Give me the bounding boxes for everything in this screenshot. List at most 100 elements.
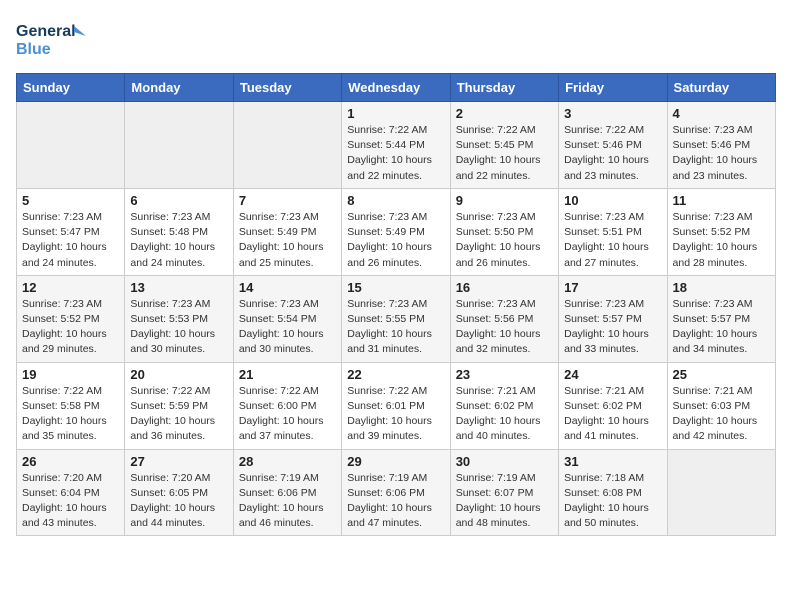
day-info: Sunrise: 7:23 AM Sunset: 5:54 PM Dayligh…: [239, 297, 336, 358]
calendar-cell: 7 Sunrise: 7:23 AM Sunset: 5:49 PM Daylig…: [233, 188, 341, 275]
day-number: 27: [130, 454, 227, 469]
calendar-cell: 26 Sunrise: 7:20 AM Sunset: 6:04 PM Dayli…: [17, 449, 125, 536]
day-info: Sunrise: 7:23 AM Sunset: 5:46 PM Dayligh…: [673, 123, 770, 184]
day-info: Sunrise: 7:23 AM Sunset: 5:47 PM Dayligh…: [22, 210, 119, 271]
calendar-cell: 5Sunrise: 7:23 AM Sunset: 5:47 PM Daylig…: [17, 188, 125, 275]
calendar-cell: 16 Sunrise: 7:23 AM Sunset: 5:56 PM Dayli…: [450, 275, 558, 362]
calendar-cell: 11 Sunrise: 7:23 AM Sunset: 5:52 PM Dayli…: [667, 188, 775, 275]
day-number: 12: [22, 280, 119, 295]
day-info: Sunrise: 7:23 AM Sunset: 5:57 PM Dayligh…: [673, 297, 770, 358]
day-number: 31: [564, 454, 661, 469]
calendar-cell: [17, 102, 125, 189]
day-number: 2: [456, 106, 553, 121]
day-number: 30: [456, 454, 553, 469]
calendar-table: SundayMondayTuesdayWednesdayThursdayFrid…: [16, 73, 776, 536]
weekday-header-monday: Monday: [125, 74, 233, 102]
day-info: Sunrise: 7:20 AM Sunset: 6:05 PM Dayligh…: [130, 471, 227, 532]
day-number: 25: [673, 367, 770, 382]
day-info: Sunrise: 7:22 AM Sunset: 5:44 PM Dayligh…: [347, 123, 444, 184]
calendar-cell: 8Sunrise: 7:23 AM Sunset: 5:49 PM Daylig…: [342, 188, 450, 275]
calendar-cell: 19 Sunrise: 7:22 AM Sunset: 5:58 PM Dayli…: [17, 362, 125, 449]
week-row-4: 19 Sunrise: 7:22 AM Sunset: 5:58 PM Dayli…: [17, 362, 776, 449]
day-info: Sunrise: 7:23 AM Sunset: 5:50 PM Dayligh…: [456, 210, 553, 271]
weekday-header-sunday: Sunday: [17, 74, 125, 102]
week-row-5: 26 Sunrise: 7:20 AM Sunset: 6:04 PM Dayli…: [17, 449, 776, 536]
day-info: Sunrise: 7:19 AM Sunset: 6:07 PM Dayligh…: [456, 471, 553, 532]
calendar-cell: 25 Sunrise: 7:21 AM Sunset: 6:03 PM Dayli…: [667, 362, 775, 449]
day-info: Sunrise: 7:21 AM Sunset: 6:02 PM Dayligh…: [564, 384, 661, 445]
calendar-cell: 10Sunrise: 7:23 AM Sunset: 5:51 PM Dayli…: [559, 188, 667, 275]
calendar-cell: 1Sunrise: 7:22 AM Sunset: 5:44 PM Daylig…: [342, 102, 450, 189]
calendar-cell: 6Sunrise: 7:23 AM Sunset: 5:48 PM Daylig…: [125, 188, 233, 275]
day-info: Sunrise: 7:22 AM Sunset: 5:46 PM Dayligh…: [564, 123, 661, 184]
weekday-header-saturday: Saturday: [667, 74, 775, 102]
logo-svg: GeneralBlue: [16, 16, 96, 61]
calendar-cell: 31 Sunrise: 7:18 AM Sunset: 6:08 PM Dayli…: [559, 449, 667, 536]
calendar-cell: [233, 102, 341, 189]
day-info: Sunrise: 7:22 AM Sunset: 6:00 PM Dayligh…: [239, 384, 336, 445]
day-number: 22: [347, 367, 444, 382]
calendar-cell: 12 Sunrise: 7:23 AM Sunset: 5:52 PM Dayli…: [17, 275, 125, 362]
calendar-cell: [667, 449, 775, 536]
day-info: Sunrise: 7:23 AM Sunset: 5:53 PM Dayligh…: [130, 297, 227, 358]
calendar-cell: 3 Sunrise: 7:22 AM Sunset: 5:46 PM Daylig…: [559, 102, 667, 189]
page-header: GeneralBlue: [16, 16, 776, 61]
weekday-header-row: SundayMondayTuesdayWednesdayThursdayFrid…: [17, 74, 776, 102]
day-info: Sunrise: 7:23 AM Sunset: 5:52 PM Dayligh…: [22, 297, 119, 358]
day-info: Sunrise: 7:21 AM Sunset: 6:02 PM Dayligh…: [456, 384, 553, 445]
day-info: Sunrise: 7:22 AM Sunset: 5:59 PM Dayligh…: [130, 384, 227, 445]
day-number: 7: [239, 193, 336, 208]
weekday-header-tuesday: Tuesday: [233, 74, 341, 102]
day-info: Sunrise: 7:22 AM Sunset: 5:58 PM Dayligh…: [22, 384, 119, 445]
day-number: 14: [239, 280, 336, 295]
day-info: Sunrise: 7:20 AM Sunset: 6:04 PM Dayligh…: [22, 471, 119, 532]
week-row-2: 5Sunrise: 7:23 AM Sunset: 5:47 PM Daylig…: [17, 188, 776, 275]
day-number: 21: [239, 367, 336, 382]
day-info: Sunrise: 7:23 AM Sunset: 5:49 PM Dayligh…: [239, 210, 336, 271]
calendar-cell: 28Sunrise: 7:19 AM Sunset: 6:06 PM Dayli…: [233, 449, 341, 536]
weekday-header-friday: Friday: [559, 74, 667, 102]
day-number: 20: [130, 367, 227, 382]
day-number: 18: [673, 280, 770, 295]
calendar-cell: 30 Sunrise: 7:19 AM Sunset: 6:07 PM Dayli…: [450, 449, 558, 536]
day-number: 23: [456, 367, 553, 382]
day-number: 11: [673, 193, 770, 208]
day-number: 3: [564, 106, 661, 121]
weekday-header-wednesday: Wednesday: [342, 74, 450, 102]
day-info: Sunrise: 7:23 AM Sunset: 5:56 PM Dayligh…: [456, 297, 553, 358]
day-number: 29: [347, 454, 444, 469]
day-info: Sunrise: 7:22 AM Sunset: 5:45 PM Dayligh…: [456, 123, 553, 184]
calendar-cell: 18 Sunrise: 7:23 AM Sunset: 5:57 PM Dayli…: [667, 275, 775, 362]
day-info: Sunrise: 7:18 AM Sunset: 6:08 PM Dayligh…: [564, 471, 661, 532]
day-number: 26: [22, 454, 119, 469]
svg-text:General: General: [16, 23, 76, 40]
calendar-cell: 22 Sunrise: 7:22 AM Sunset: 6:01 PM Dayli…: [342, 362, 450, 449]
calendar-cell: 24 Sunrise: 7:21 AM Sunset: 6:02 PM Dayli…: [559, 362, 667, 449]
day-number: 9: [456, 193, 553, 208]
day-info: Sunrise: 7:23 AM Sunset: 5:52 PM Dayligh…: [673, 210, 770, 271]
day-info: Sunrise: 7:19 AM Sunset: 6:06 PM Dayligh…: [239, 471, 336, 532]
day-number: 10: [564, 193, 661, 208]
calendar-cell: 14 Sunrise: 7:23 AM Sunset: 5:54 PM Dayli…: [233, 275, 341, 362]
calendar-cell: 20 Sunrise: 7:22 AM Sunset: 5:59 PM Dayli…: [125, 362, 233, 449]
week-row-3: 12 Sunrise: 7:23 AM Sunset: 5:52 PM Dayli…: [17, 275, 776, 362]
day-info: Sunrise: 7:23 AM Sunset: 5:48 PM Dayligh…: [130, 210, 227, 271]
day-number: 4: [673, 106, 770, 121]
day-info: Sunrise: 7:22 AM Sunset: 6:01 PM Dayligh…: [347, 384, 444, 445]
calendar-cell: [125, 102, 233, 189]
day-number: 24: [564, 367, 661, 382]
day-number: 17: [564, 280, 661, 295]
calendar-cell: 17Sunrise: 7:23 AM Sunset: 5:57 PM Dayli…: [559, 275, 667, 362]
day-number: 8: [347, 193, 444, 208]
logo: GeneralBlue: [16, 16, 96, 61]
day-number: 19: [22, 367, 119, 382]
calendar-cell: 21 Sunrise: 7:22 AM Sunset: 6:00 PM Dayli…: [233, 362, 341, 449]
day-number: 16: [456, 280, 553, 295]
calendar-cell: 13Sunrise: 7:23 AM Sunset: 5:53 PM Dayli…: [125, 275, 233, 362]
day-info: Sunrise: 7:21 AM Sunset: 6:03 PM Dayligh…: [673, 384, 770, 445]
calendar-cell: 15 Sunrise: 7:23 AM Sunset: 5:55 PM Dayli…: [342, 275, 450, 362]
calendar-cell: 23 Sunrise: 7:21 AM Sunset: 6:02 PM Dayli…: [450, 362, 558, 449]
calendar-cell: 27 Sunrise: 7:20 AM Sunset: 6:05 PM Dayli…: [125, 449, 233, 536]
day-info: Sunrise: 7:23 AM Sunset: 5:55 PM Dayligh…: [347, 297, 444, 358]
day-number: 15: [347, 280, 444, 295]
